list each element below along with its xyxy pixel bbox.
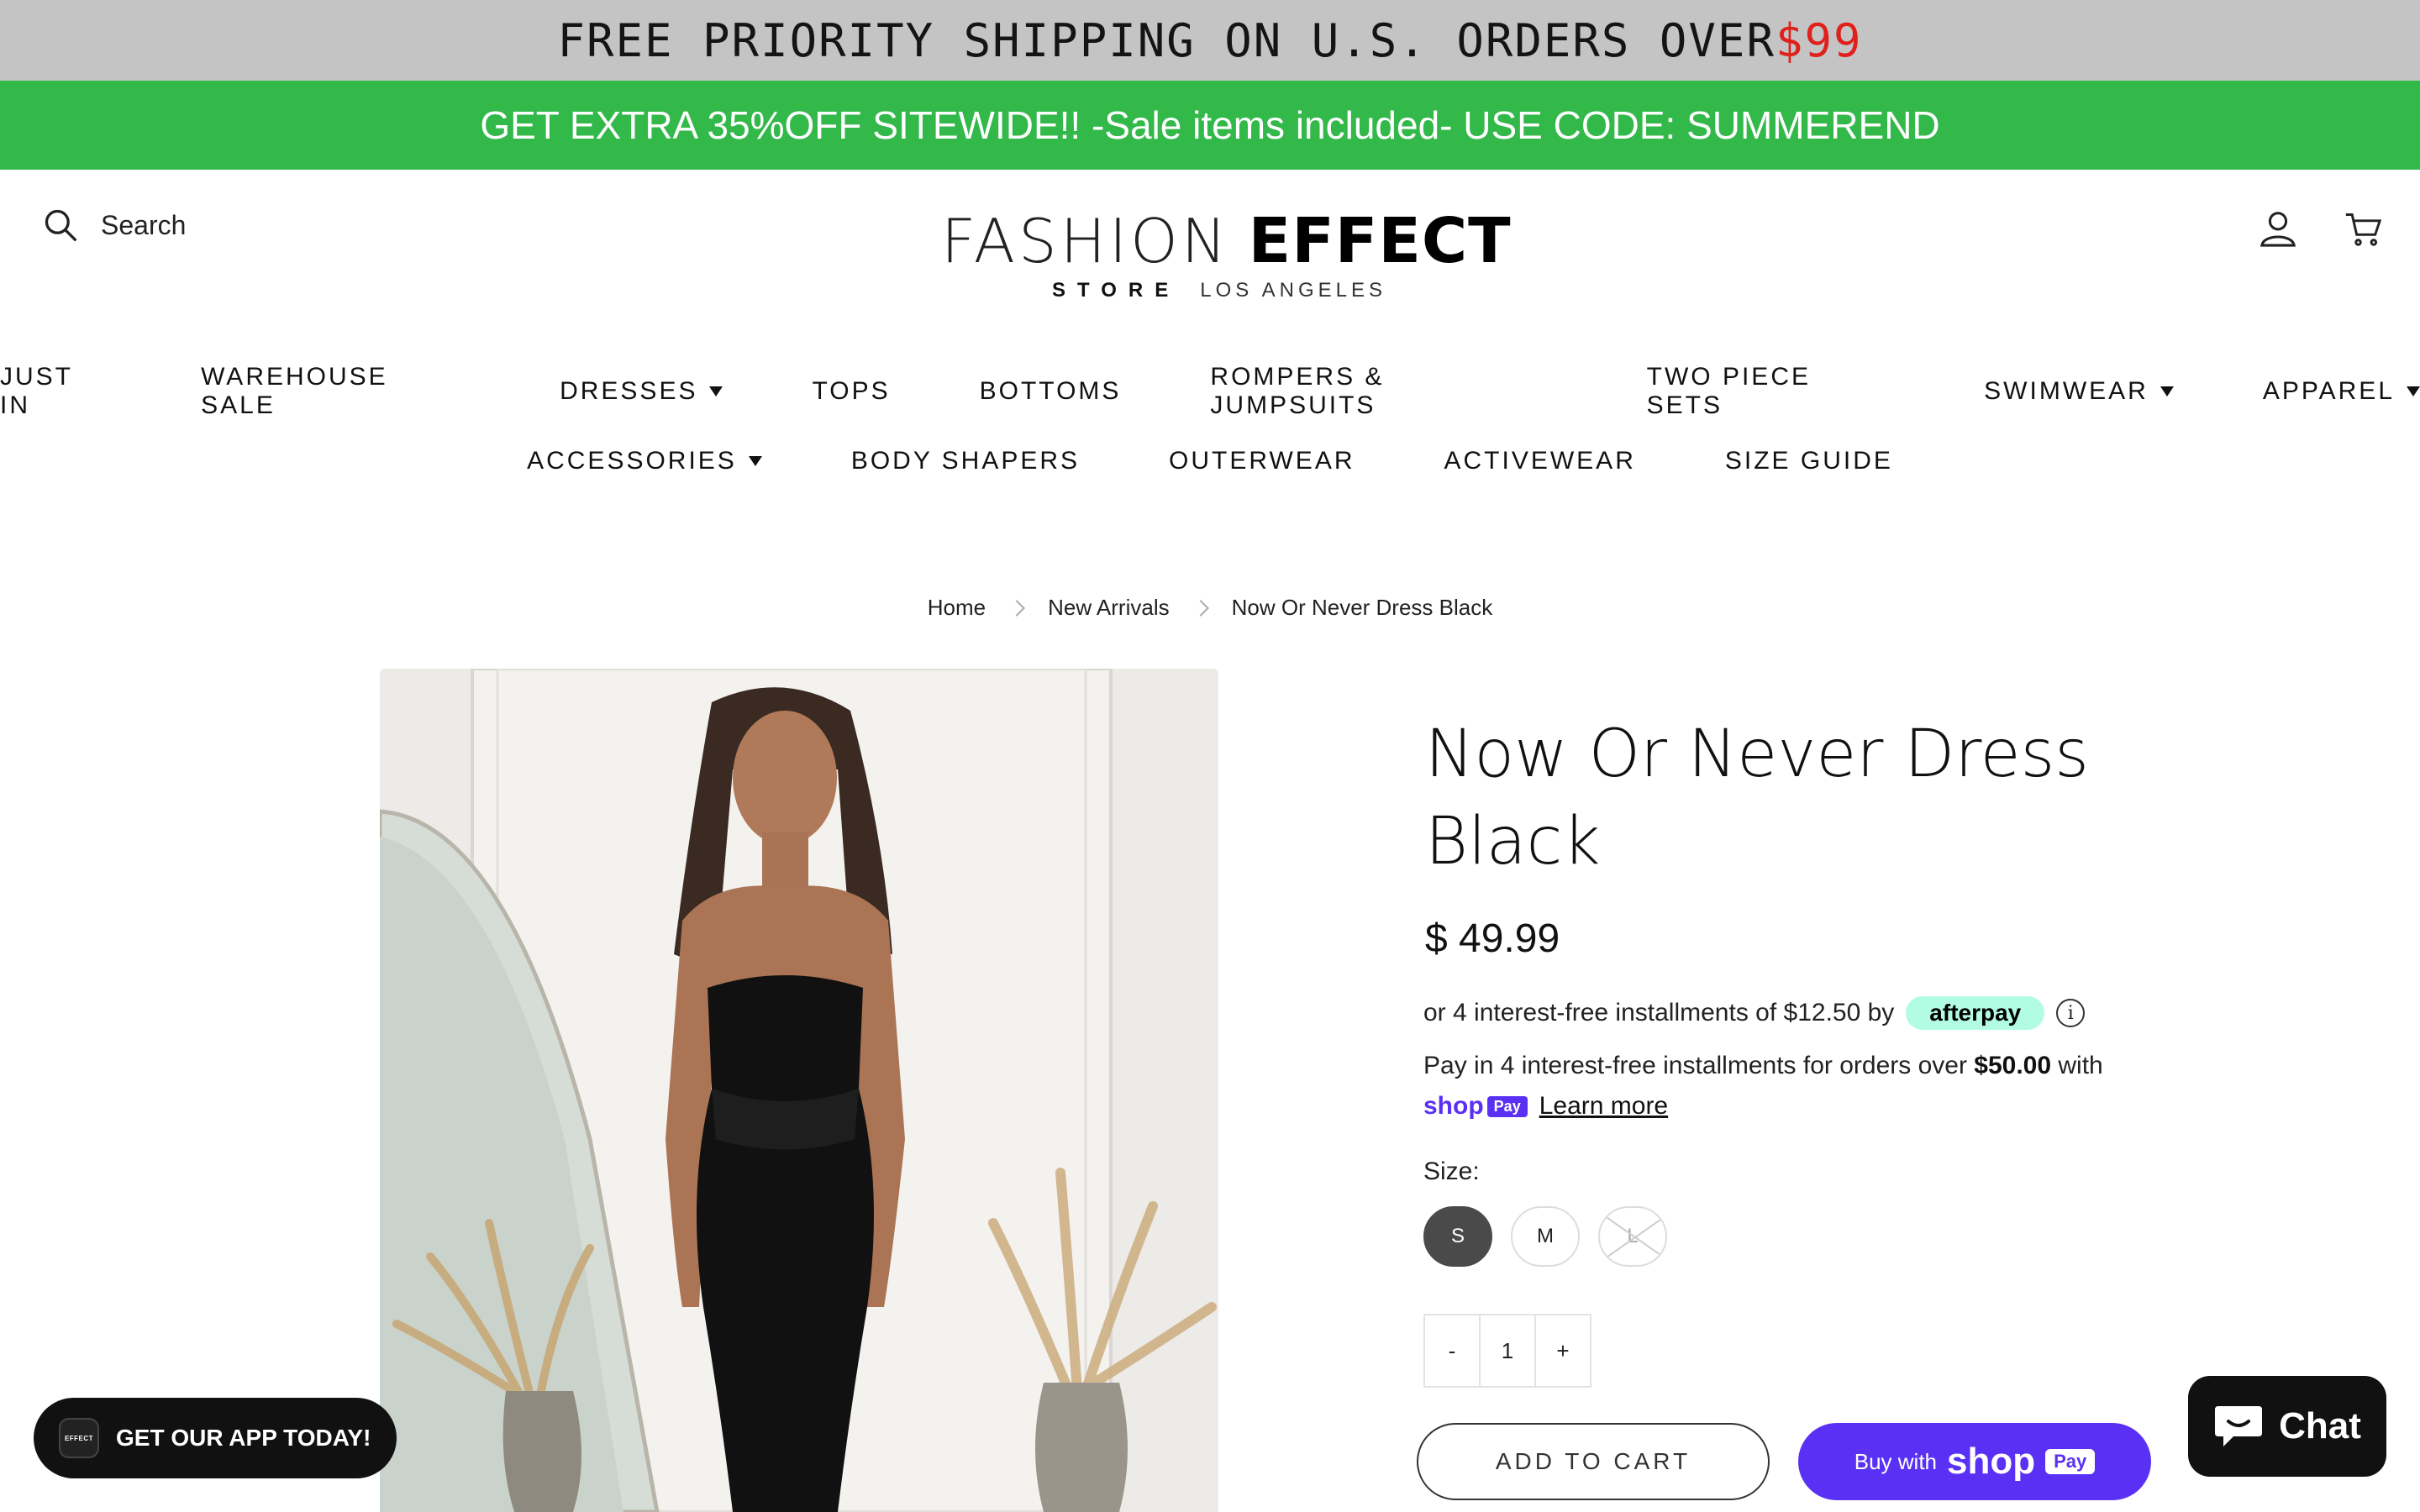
breadcrumb: Home New Arrivals Now Or Never Dress Bla… [0,595,2420,621]
shoppay-message: Pay in 4 interest-free installments for … [1423,1052,2103,1080]
main-nav-row-2: ACCESSORIES BODY SHAPERS OUTERWEAR ACTIV… [0,447,2420,475]
product-image[interactable] [380,669,1218,1512]
size-option-l[interactable]: L [1598,1206,1667,1267]
nav-label: WAREHOUSE SALE [201,363,388,419]
search-label: Search [101,209,187,240]
product-title-line-2: Black [1425,804,1601,879]
nav-body-shapers[interactable]: BODY SHAPERS [851,447,1080,475]
add-to-cart-button[interactable]: ADD TO CART [1417,1423,1770,1500]
learn-more-link[interactable]: Learn more [1539,1092,1668,1121]
buy-with-shoppay-button[interactable]: Buy with shop Pay [1798,1423,2151,1500]
nav-label: DRESSES [560,377,698,405]
shipping-text: FREE PRIORITY SHIPPING ON U.S. ORDERS OV… [557,13,1776,67]
buy-pay-logo: Pay [2045,1449,2096,1474]
logo-store: STORE [1052,279,1181,302]
shoppay-with: with [2051,1052,2103,1079]
breadcrumb-new-arrivals[interactable]: New Arrivals [1048,595,1169,621]
nav-activewear[interactable]: ACTIVEWEAR [1444,447,1636,475]
nav-label: TWO PIECE SETS [1646,363,1811,419]
buy-shop-logo: shop [1947,1441,2036,1482]
promo-text: GET EXTRA 35%OFF SITEWIDE!! -Sale items … [480,103,1940,147]
logo-effect: EFFECT [1248,205,1512,277]
get-app-text: GET OUR APP TODAY! [116,1425,371,1451]
size-option-s[interactable]: S [1423,1206,1492,1267]
quantity-input[interactable]: 1 [1479,1315,1536,1386]
size-option-m[interactable]: M [1511,1206,1580,1267]
chat-bubble-icon [2215,1406,2263,1446]
nav-bottoms[interactable]: BOTTOMS [980,363,1122,420]
promo-announcement-bar[interactable]: GET EXTRA 35%OFF SITEWIDE!! -Sale items … [0,81,2420,170]
nav-size-guide[interactable]: SIZE GUIDE [1725,447,1893,475]
user-icon[interactable] [2259,208,2297,247]
chat-button[interactable]: Chat [2188,1376,2386,1477]
main-nav-row-1: JUST IN WAREHOUSE SALE DRESSES TOPS BOTT… [0,363,2420,420]
nav-label: ACTIVEWEAR [1444,447,1636,475]
nav-apparel[interactable]: APPAREL [2263,363,2420,420]
chevron-right-icon [1008,599,1026,617]
shoppay-threshold: $50.00 [1974,1052,2052,1079]
search-icon [45,209,77,242]
caret-down-icon [2407,386,2420,396]
search-button[interactable]: Search [42,207,186,244]
chevron-right-icon [1192,599,1209,617]
quantity-increase-button[interactable]: + [1536,1315,1590,1386]
chat-label: Chat [2279,1405,2361,1446]
nav-just-in[interactable]: JUST IN [0,363,112,420]
product-title-line-1: Now Or Never Dress [1425,717,2089,792]
shoppay-message-line-2: shop Pay Learn more [1423,1092,1668,1121]
cart-icon[interactable] [2344,210,2381,247]
app-logo-icon: EFFECT [59,1418,99,1458]
nav-rompers-jumpsuits[interactable]: ROMPERS & JUMPSUITS [1210,363,1557,420]
product-title: Now Or Never Dress Black [1425,711,2181,885]
buy-with-label: Buy with [1854,1448,1937,1474]
nav-label: SWIMWEAR [1984,377,2149,405]
nav-label: APPAREL [2262,377,2395,405]
nav-label: BODY SHAPERS [850,447,1081,475]
quantity-stepper: - 1 + [1423,1314,1591,1388]
shipping-announcement-bar: FREE PRIORITY SHIPPING ON U.S. ORDERS OV… [0,0,2420,81]
nav-label: ROMPERS & JUMPSUITS [1210,363,1385,419]
nav-swimwear[interactable]: SWIMWEAR [1984,363,2174,420]
nav-label: TOPS [812,377,891,405]
shoppay-logo-pay: Pay [1486,1095,1528,1117]
shoppay-logo-shop: shop [1423,1092,1484,1120]
afterpay-badge: afterpay [1906,996,2045,1030]
nav-tops[interactable]: TOPS [812,363,890,420]
quantity-decrease-button[interactable]: - [1425,1315,1479,1386]
nav-label: BOTTOMS [979,377,1122,405]
nav-two-piece-sets[interactable]: TWO PIECE SETS [1647,363,1896,420]
get-app-banner[interactable]: EFFECT GET OUR APP TODAY! [34,1398,397,1478]
logo-los-angeles: LOS ANGELES [1200,279,1386,302]
caret-down-icon [2160,386,2174,396]
nav-label: ACCESSORIES [527,447,737,475]
nav-warehouse-sale[interactable]: WAREHOUSE SALE [201,363,471,420]
breadcrumb-current: Now Or Never Dress Black [1231,595,1493,620]
nav-label: SIZE GUIDE [1724,447,1893,475]
store-logo[interactable]: FASHION EFFECT STORE LOS ANGELES [941,205,1511,302]
size-selector: S M L [1423,1206,1667,1267]
nav-accessories[interactable]: ACCESSORIES [527,447,762,475]
afterpay-message: or 4 interest-free installments of $12.5… [1423,996,2086,1030]
breadcrumb-home[interactable]: Home [928,595,986,621]
afterpay-text: or 4 interest-free installments of $12.5… [1423,999,1895,1026]
logo-fashion: FASHION [941,206,1230,276]
shipping-amount: $99 [1775,13,1863,67]
shoppay-logo: shop Pay [1423,1092,1528,1121]
nav-outerwear[interactable]: OUTERWEAR [1169,447,1355,475]
shoppay-text: Pay in 4 interest-free installments for … [1423,1052,1975,1079]
caret-down-icon [709,386,723,396]
nav-label: OUTERWEAR [1169,447,1355,475]
nav-dresses[interactable]: DRESSES [560,363,723,420]
product-photo [380,669,1218,1512]
info-icon[interactable]: i [2056,999,2086,1027]
size-label: Size: [1423,1158,1480,1185]
product-price: $ 49.99 [1425,916,1560,961]
nav-label: JUST IN [0,363,73,419]
caret-down-icon [748,456,762,466]
